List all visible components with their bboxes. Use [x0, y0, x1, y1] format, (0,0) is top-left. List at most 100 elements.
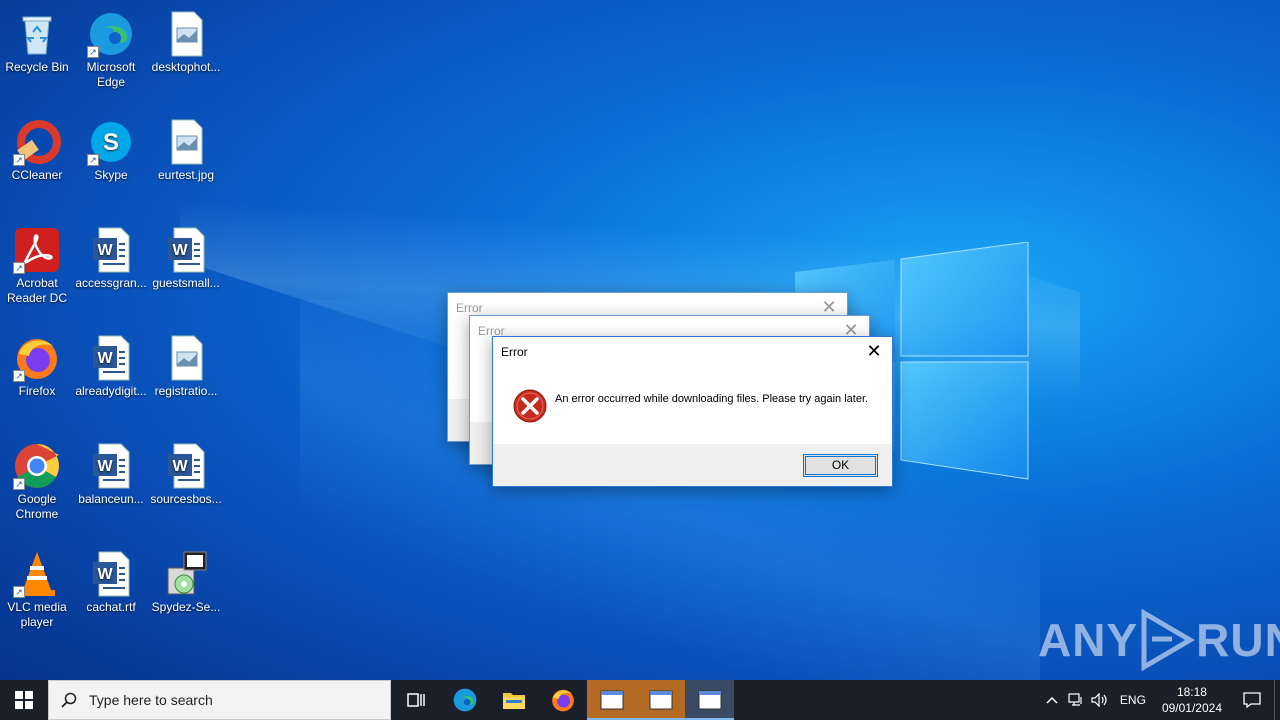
window-icon: [649, 690, 672, 710]
taskbar-window-1[interactable]: [587, 680, 636, 720]
shortcut-arrow-icon: ↗: [13, 154, 25, 166]
taskbar-window-2[interactable]: [636, 680, 685, 720]
network-icon[interactable]: [1064, 680, 1088, 720]
acrobat-icon: ↗: [13, 226, 61, 274]
vlc-icon: ↗: [13, 550, 61, 598]
dialog-footer: OK: [493, 444, 892, 486]
error-icon: [513, 389, 547, 423]
desktop-icon-label: Skype: [94, 168, 128, 182]
desktop-icon-edge[interactable]: ↗ Microsoft Edge: [74, 6, 148, 90]
svg-text:W: W: [97, 242, 113, 259]
desktop-icon-word-doc[interactable]: W balanceun...: [74, 438, 148, 507]
svg-text:W: W: [97, 458, 113, 475]
word-doc-icon: W: [87, 334, 135, 382]
desktop-icon-label: CCleaner: [11, 168, 63, 182]
edge-icon: ↗: [87, 10, 135, 58]
svg-text:W: W: [97, 566, 113, 583]
task-view-icon: [406, 693, 425, 707]
desktop-icon-word-doc[interactable]: W sourcesbos...: [149, 438, 223, 507]
desktop-icon-label: guestsmall...: [152, 276, 220, 290]
word-doc-icon: W: [87, 550, 135, 598]
desktop-icon-label: Recycle Bin: [5, 60, 69, 74]
image-file-icon: [162, 118, 210, 166]
notification-button[interactable]: [1230, 680, 1274, 720]
skype-icon: S ↗: [87, 118, 135, 166]
play-icon: [1141, 609, 1196, 671]
desktop-icon-image-file[interactable]: desktophot...: [149, 6, 223, 75]
anyrun-watermark: ANY RUN: [1038, 608, 1280, 672]
desktop-icon-chrome[interactable]: ↗ Google Chrome: [0, 438, 74, 522]
clock[interactable]: 18:18 09/01/2024: [1154, 684, 1230, 716]
desktop-icon-label: cachat.rtf: [86, 600, 136, 614]
show-desktop-button[interactable]: [1274, 680, 1280, 720]
dialog-title-bar[interactable]: Error ✕: [493, 337, 892, 367]
desktop-icon-word-doc[interactable]: W guestsmall...: [149, 222, 223, 291]
desktop-icon-vlc[interactable]: ↗ VLC media player: [0, 546, 74, 630]
language-indicator[interactable]: ENG: [1112, 693, 1154, 707]
desktop-icon-label: eurtest.jpg: [157, 168, 215, 182]
folder-icon: [502, 693, 525, 709]
volume-icon[interactable]: [1088, 680, 1112, 720]
desktop-icon-label: Acrobat Reader DC: [6, 276, 68, 305]
image-file-icon: [162, 10, 210, 58]
search-icon: [61, 692, 77, 708]
desktop-icon-image-file[interactable]: registratio...: [149, 330, 223, 399]
desktop-icon-word-doc[interactable]: W accessgran...: [74, 222, 148, 291]
desktop-icon-label: Google Chrome: [15, 492, 59, 521]
start-button[interactable]: [0, 680, 48, 720]
shortcut-arrow-icon: ↗: [13, 586, 25, 598]
desktop-icon-label: Spydez-Se...: [151, 600, 221, 614]
firefox-icon: ↗: [13, 334, 61, 382]
taskbar-window-3[interactable]: [685, 680, 734, 720]
desktop-icon-label: Microsoft Edge: [86, 60, 136, 89]
taskbar: Type here to search ENG 18:18 09/01/2024: [0, 680, 1280, 720]
desktop-icon-label: registratio...: [154, 384, 218, 398]
desktop-icon-label: desktophot...: [151, 60, 221, 74]
taskbar-edge[interactable]: [440, 680, 489, 720]
desktop-icon-label: alreadydigit...: [75, 384, 147, 398]
desktop-icon-skype[interactable]: S ↗ Skype: [74, 114, 148, 183]
window-icon: [600, 690, 623, 710]
desktop-icon-recycle-bin[interactable]: Recycle Bin: [0, 6, 74, 75]
desktop-icon-firefox[interactable]: ↗ Firefox: [0, 330, 74, 399]
watermark-text-left: ANY: [1038, 614, 1139, 666]
watermark-text-right: RUN: [1196, 614, 1280, 666]
svg-text:S: S: [103, 129, 119, 156]
desktop-icon-installer[interactable]: Spydez-Se...: [149, 546, 223, 615]
dialog-message: An error occurred while downloading file…: [555, 393, 869, 405]
svg-text:W: W: [97, 350, 113, 367]
close-icon[interactable]: ✕: [862, 337, 886, 367]
taskbar-firefox[interactable]: [538, 680, 587, 720]
desktop-icon-image-file[interactable]: eurtest.jpg: [149, 114, 223, 183]
task-view-button[interactable]: [391, 680, 440, 720]
system-tray: ENG 18:18 09/01/2024: [1040, 680, 1280, 720]
desktop-icon-ccleaner[interactable]: ↗ CCleaner: [0, 114, 74, 183]
word-doc-icon: W: [87, 226, 135, 274]
taskbar-file-explorer[interactable]: [489, 680, 538, 720]
svg-text:W: W: [172, 458, 188, 475]
ok-button[interactable]: OK: [803, 454, 878, 477]
clock-date: 09/01/2024: [1161, 701, 1222, 715]
dialog-title: Error: [456, 301, 483, 315]
desktop-icon-label: accessgran...: [75, 276, 147, 290]
shortcut-arrow-icon: ↗: [13, 262, 25, 274]
edge-icon: [453, 688, 476, 712]
svg-text:W: W: [172, 242, 188, 259]
chevron-up-icon[interactable]: [1040, 680, 1064, 720]
recycle-bin-icon: [13, 10, 61, 58]
installer-icon: [162, 550, 210, 598]
desktop-icon-label: VLC media player: [7, 600, 67, 629]
error-dialog[interactable]: Error ✕ An error occurred while download…: [492, 336, 893, 487]
word-doc-icon: W: [162, 226, 210, 274]
desktop-icon-word-doc[interactable]: W alreadydigit...: [74, 330, 148, 399]
desktop-icon-word-doc[interactable]: W cachat.rtf: [74, 546, 148, 615]
word-doc-icon: W: [162, 442, 210, 490]
search-placeholder: Type here to search: [89, 692, 213, 708]
taskbar-search-box[interactable]: Type here to search: [48, 680, 391, 720]
shortcut-arrow-icon: ↗: [87, 46, 99, 58]
desktop-icon-label: Firefox: [18, 384, 56, 398]
shortcut-arrow-icon: ↗: [13, 370, 25, 382]
shortcut-arrow-icon: ↗: [87, 154, 99, 166]
desktop-icon-label: balanceun...: [78, 492, 144, 506]
desktop-icon-acrobat[interactable]: ↗ Acrobat Reader DC: [0, 222, 74, 306]
